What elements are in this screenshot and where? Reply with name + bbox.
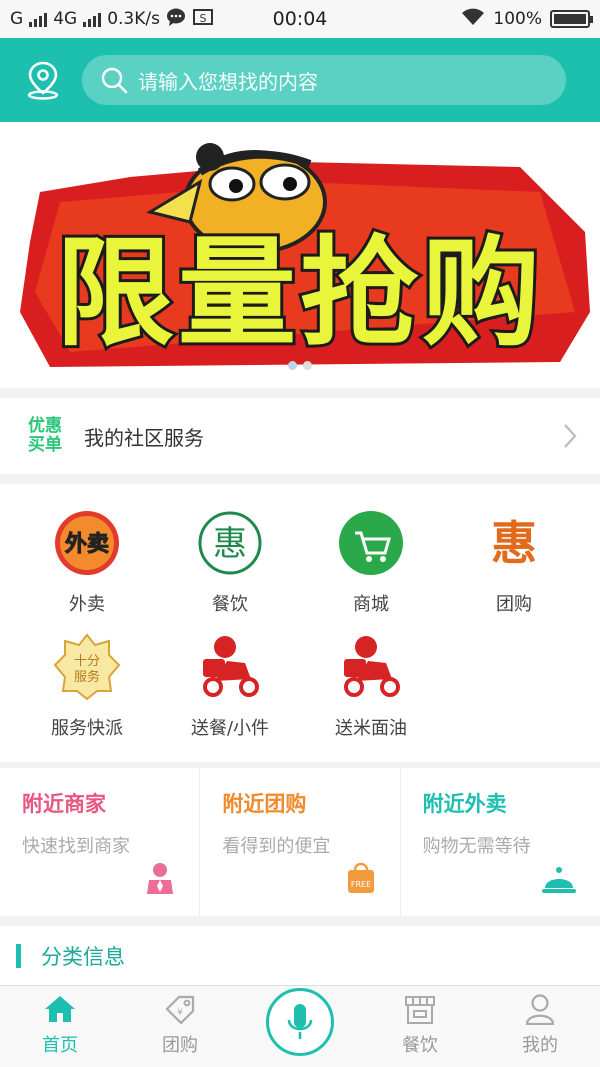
svg-text:惠: 惠 [213, 524, 247, 564]
carrier-label: G [10, 9, 24, 29]
nearby-subtitle: 购物无需等待 [422, 836, 531, 857]
location-pin-icon [27, 61, 59, 100]
network-speed: 0.3K/s [107, 9, 160, 29]
category-grid: 外卖 外卖 惠 餐饮 商城 惠 团购 十分 服务 服务快派 送餐/小件 送米面油 [0, 484, 600, 762]
wifi-icon [461, 8, 485, 31]
category-dining[interactable]: 惠 餐饮 [160, 508, 300, 616]
store-icon [405, 996, 435, 1024]
shopping-bag-icon: FREE [347, 862, 374, 893]
search-icon [101, 67, 128, 94]
group-buy-icon: 惠 [479, 508, 549, 578]
nearby-title: 附近商家 [22, 792, 106, 816]
location-button[interactable] [18, 55, 68, 105]
limited-sale-banner-image: 限量抢购 [20, 143, 590, 367]
delivery-scooter-icon [195, 632, 265, 702]
svg-text:FREE: FREE [351, 880, 371, 889]
tab-label: 首页 [42, 1035, 78, 1056]
network-label: 4G [53, 9, 78, 29]
chat-icon [166, 7, 186, 32]
banner-title: 限量抢购 [56, 224, 544, 362]
category-label: 商城 [353, 594, 389, 615]
voice-search-button[interactable] [266, 988, 334, 1056]
svg-text:外卖: 外卖 [65, 531, 109, 557]
community-title: 我的社区服务 [84, 425, 204, 450]
section-title: 分类信息 [41, 945, 125, 969]
signal-icon [29, 11, 48, 27]
top-header: 请输入您想找的内容 [0, 38, 600, 122]
nearby-section: 附近商家 快速找到商家 附近团购 看得到的便宜 FREE 附近外卖 购物无需等待 [0, 768, 600, 916]
screenshot-icon: S [192, 7, 214, 32]
microphone-icon [287, 1004, 313, 1039]
user-icon [525, 994, 555, 1025]
discount-badge-line1: 优惠 [28, 416, 62, 436]
community-service-row[interactable]: 优惠 买单 我的社区服务 [0, 398, 600, 474]
discount-badge: 优惠 买单 [22, 417, 68, 455]
carousel-dot[interactable] [303, 361, 312, 370]
home-icon [45, 996, 75, 1022]
svg-text:¥: ¥ [177, 1008, 183, 1018]
chevron-right-icon [564, 424, 577, 448]
carousel-dot-active[interactable] [288, 361, 297, 370]
category-label: 餐饮 [212, 594, 248, 615]
category-mall[interactable]: 商城 [301, 508, 441, 616]
tab-label: 团购 [162, 1035, 198, 1056]
category-meal-delivery[interactable]: 送餐/小件 [160, 632, 300, 740]
mall-cart-icon [336, 508, 406, 578]
service-badge-icon: 十分 服务 [52, 632, 122, 702]
section-header: 分类信息 [0, 926, 600, 986]
category-takeout[interactable]: 外卖 外卖 [17, 508, 157, 616]
signal-icon-2 [83, 11, 102, 27]
delivery-scooter-icon [336, 632, 406, 702]
tab-mine[interactable]: 我的 [480, 986, 600, 1067]
battery-percent: 100% [493, 9, 542, 29]
nearby-merchants-card[interactable]: 附近商家 快速找到商家 [0, 768, 201, 916]
nearby-subtitle: 快速找到商家 [22, 836, 130, 857]
search-bar[interactable]: 请输入您想找的内容 [82, 55, 566, 105]
tab-label: 我的 [522, 1035, 558, 1056]
category-group-buy[interactable]: 惠 团购 [444, 508, 584, 616]
takeout-icon: 外卖 [52, 508, 122, 578]
nearby-takeout-card[interactable]: 附近外卖 购物无需等待 [401, 768, 600, 916]
category-label: 送米面油 [335, 718, 407, 739]
nearby-group-buy-card[interactable]: 附近团购 看得到的便宜 FREE [200, 768, 401, 916]
category-service-dispatch[interactable]: 十分 服务 服务快派 [17, 632, 157, 740]
discount-badge-line2: 买单 [28, 435, 62, 455]
category-label: 外卖 [69, 594, 105, 615]
category-label: 团购 [496, 594, 532, 615]
promo-banner[interactable]: 限量抢购 [0, 122, 600, 388]
battery-icon [550, 10, 593, 28]
status-bar: G 4G 0.3K/s S 00:04 100% [0, 0, 600, 38]
svg-text:十分: 十分 [74, 654, 100, 669]
svg-text:惠: 惠 [491, 516, 537, 570]
tab-home[interactable]: 首页 [0, 986, 120, 1067]
nearby-title: 附近团购 [222, 792, 307, 816]
tab-dining[interactable]: 餐饮 [360, 986, 480, 1067]
category-label: 送餐/小件 [190, 718, 270, 739]
section-accent-bar [16, 944, 21, 968]
tab-group-buy[interactable]: ¥ 团购 [120, 986, 240, 1067]
merchant-person-icon [147, 863, 174, 894]
tab-label: 餐饮 [402, 1035, 438, 1056]
nearby-title: 附近外卖 [422, 792, 507, 816]
search-placeholder: 请输入您想找的内容 [138, 69, 318, 94]
carousel-indicator [0, 361, 600, 370]
coupon-tag-icon: ¥ [165, 995, 195, 1025]
svg-text:服务: 服务 [74, 669, 100, 685]
svg-text:S: S [199, 12, 206, 25]
nearby-subtitle: 看得到的便宜 [222, 836, 331, 857]
food-cloche-icon [541, 867, 576, 893]
category-label: 服务快派 [51, 718, 123, 739]
dining-icon: 惠 [195, 508, 265, 578]
category-grocery-delivery[interactable]: 送米面油 [301, 632, 441, 740]
